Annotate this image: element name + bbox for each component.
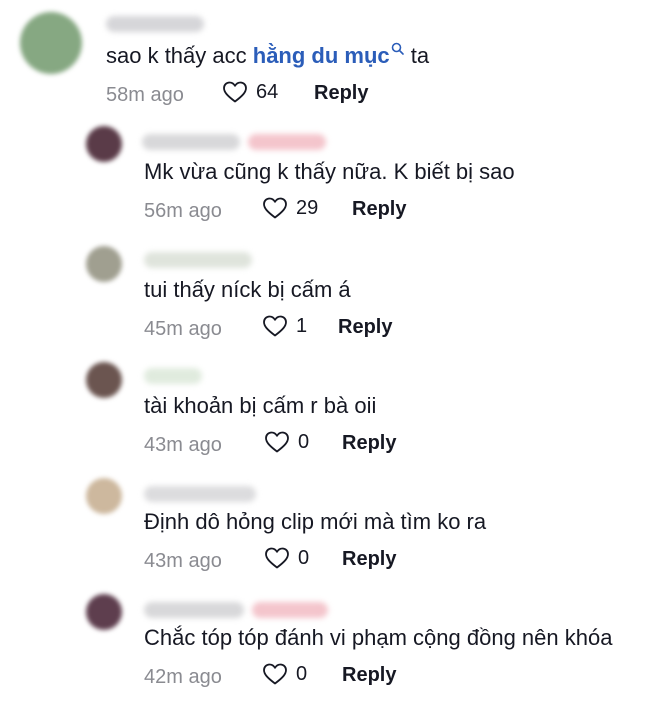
avatar[interactable] bbox=[20, 12, 82, 74]
comment-time: 42m ago bbox=[144, 666, 222, 688]
like-count: 64 bbox=[256, 80, 279, 103]
heart-outline-icon bbox=[265, 547, 289, 569]
comment-text: Định dô hỏng clip mới mà tìm ko ra bbox=[144, 509, 487, 534]
mention-label: hằng du mục bbox=[252, 43, 390, 68]
username-blurred[interactable] bbox=[144, 368, 202, 384]
like-count: 1 bbox=[296, 314, 308, 337]
avatar[interactable] bbox=[86, 478, 122, 514]
heart-outline-icon bbox=[265, 431, 289, 453]
username-blurred[interactable] bbox=[144, 486, 256, 502]
mention-link[interactable]: hằng du mục bbox=[252, 42, 405, 68]
reply-button[interactable]: Reply bbox=[338, 316, 392, 339]
avatar[interactable] bbox=[86, 246, 122, 282]
creator-badge-blurred bbox=[252, 602, 328, 618]
avatar[interactable] bbox=[86, 362, 122, 398]
reply-item: tui thấy níck bị cấm á 45m ago 1 Reply bbox=[0, 230, 660, 346]
avatar[interactable] bbox=[86, 594, 122, 630]
comment-text: tài khoản bị cấm r bà oii bbox=[144, 393, 377, 418]
heart-outline-icon bbox=[263, 315, 287, 337]
username-blurred[interactable] bbox=[106, 16, 204, 32]
like-button[interactable]: 64 bbox=[222, 80, 278, 104]
comment-text-prefix: sao k thấy acc bbox=[106, 43, 253, 68]
reply-item: Định dô hỏng clip mới mà tìm ko ra 43m a… bbox=[0, 462, 660, 580]
like-button[interactable]: 1 bbox=[262, 314, 307, 338]
comment-time: 43m ago bbox=[144, 434, 222, 456]
reply-item: Chắc tóp tóp đánh vi phạm cộng đồng nên … bbox=[0, 580, 660, 706]
comment-time: 43m ago bbox=[144, 550, 222, 572]
comment-text: tui thấy níck bị cấm á bbox=[144, 277, 351, 302]
like-count: 0 bbox=[298, 546, 310, 569]
like-count: 0 bbox=[298, 430, 310, 453]
comment-time: 45m ago bbox=[144, 318, 222, 340]
reply-button[interactable]: Reply bbox=[352, 198, 406, 221]
heart-outline-icon bbox=[223, 81, 247, 103]
heart-outline-icon bbox=[263, 197, 287, 219]
reply-button[interactable]: Reply bbox=[342, 664, 396, 687]
like-button[interactable]: 0 bbox=[264, 430, 309, 454]
like-button[interactable]: 29 bbox=[262, 196, 318, 220]
reply-button[interactable]: Reply bbox=[342, 432, 396, 455]
heart-outline-icon bbox=[263, 663, 287, 685]
username-blurred[interactable] bbox=[144, 252, 252, 268]
reply-item: tài khoản bị cấm r bà oii 43m ago 0 Repl… bbox=[0, 346, 660, 462]
comment-text: Chắc tóp tóp đánh vi phạm cộng đồng nên … bbox=[144, 625, 613, 650]
like-button[interactable]: 0 bbox=[264, 546, 309, 570]
reply-button[interactable]: Reply bbox=[314, 82, 368, 105]
comment-time: 56m ago bbox=[144, 200, 222, 222]
like-count: 0 bbox=[296, 662, 308, 685]
reply-item: Mk vừa cũng k thấy nữa. K biết bị sao 56… bbox=[0, 112, 660, 230]
username-blurred[interactable] bbox=[144, 602, 244, 618]
comment-time: 58m ago bbox=[106, 84, 184, 106]
comment-text: Mk vừa cũng k thấy nữa. K biết bị sao bbox=[144, 159, 515, 184]
comment-text-suffix: ta bbox=[404, 43, 430, 68]
avatar[interactable] bbox=[86, 126, 122, 162]
like-count: 29 bbox=[296, 196, 319, 219]
comment-text: sao k thấy acc hằng du mục ta bbox=[106, 42, 429, 70]
comment-item: sao k thấy acc hằng du mục ta 58m ago 64… bbox=[0, 0, 660, 112]
reply-button[interactable]: Reply bbox=[342, 548, 396, 571]
username-blurred[interactable] bbox=[142, 134, 240, 150]
creator-badge-blurred bbox=[248, 134, 326, 150]
like-button[interactable]: 0 bbox=[262, 662, 307, 686]
search-icon bbox=[391, 42, 404, 55]
